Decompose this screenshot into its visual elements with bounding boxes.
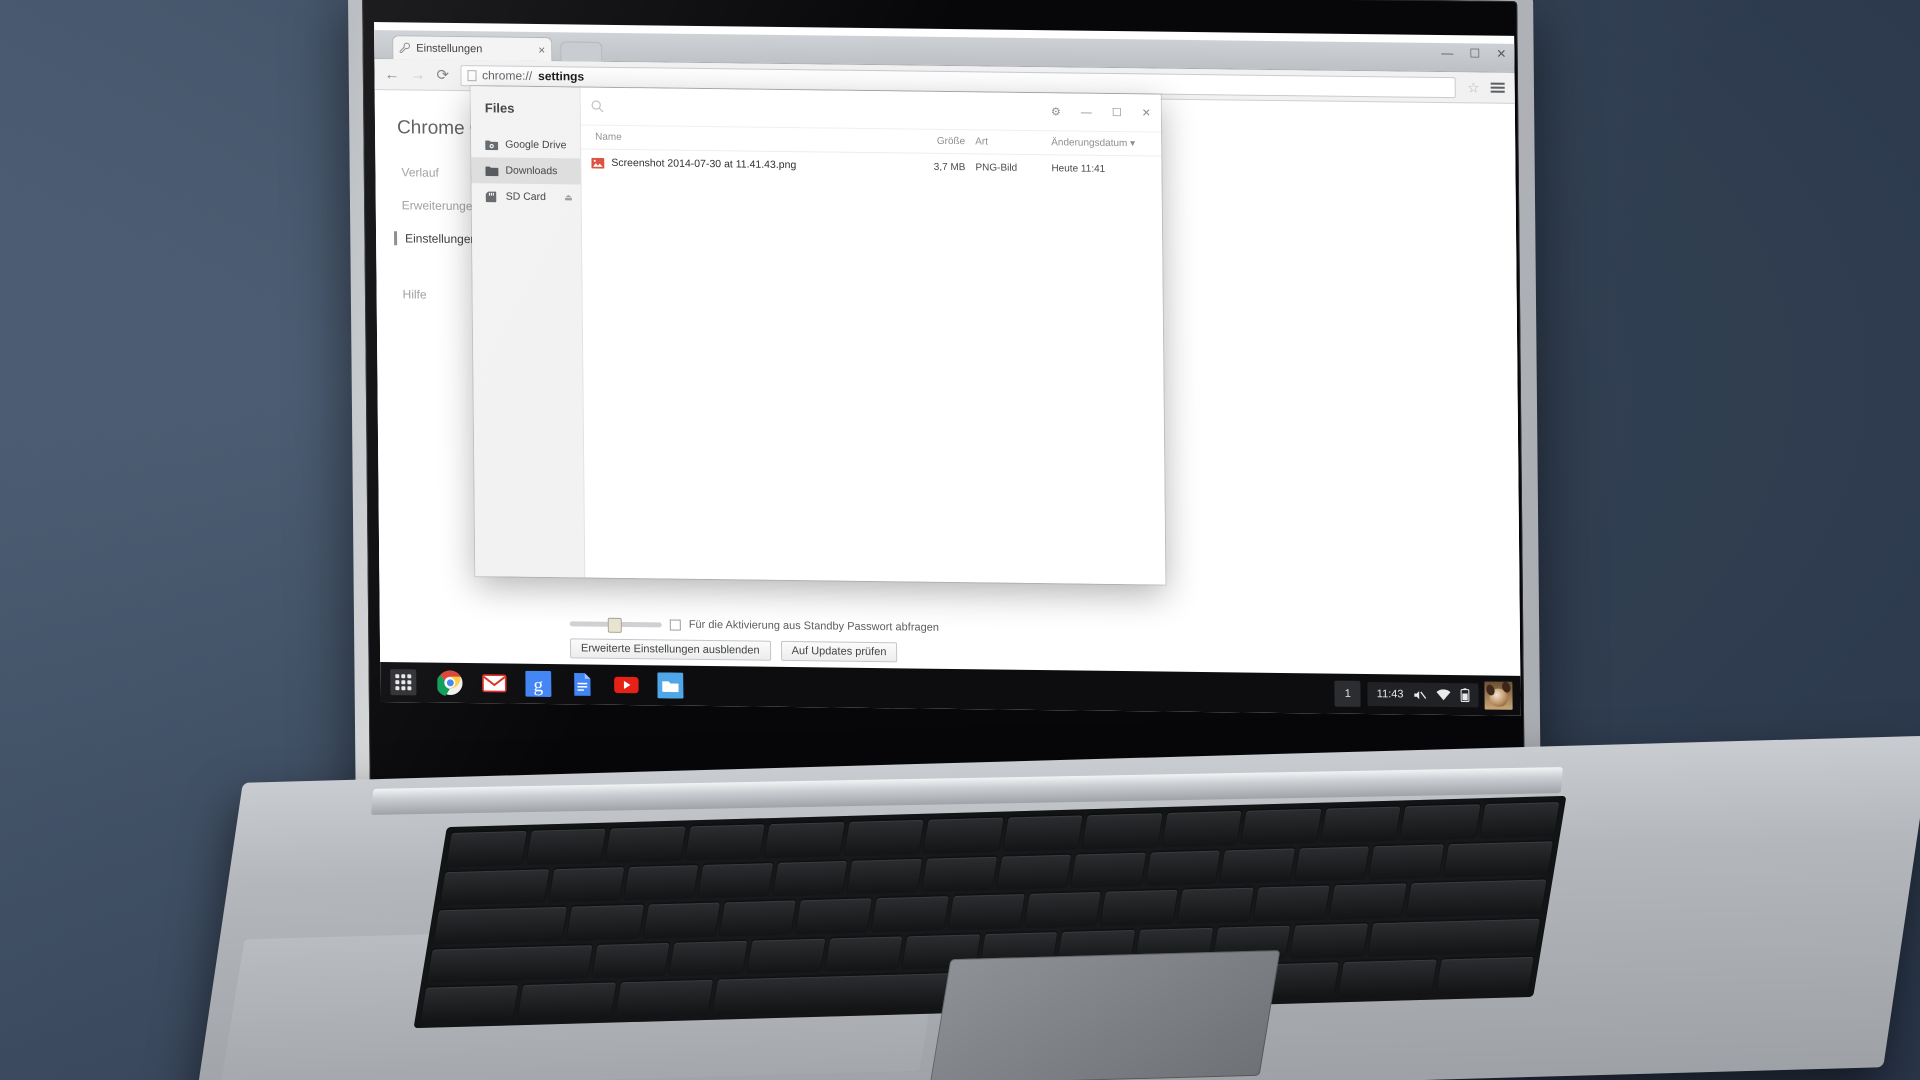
column-header-type[interactable]: Art [965,136,1043,148]
standby-password-label: Für die Aktivierung aus Standby Passwort… [688,618,939,634]
youtube-icon[interactable] [613,672,639,698]
column-header-date[interactable]: Änderungsdatum ▾ [1043,137,1161,149]
settings-button-row: Erweiterte Einstellungen ausblenden Auf … [569,638,1480,669]
browser-close-icon[interactable]: ✕ [1496,47,1506,61]
column-header-name[interactable]: Name [581,132,903,147]
google-docs-icon[interactable] [569,671,595,697]
tab-close-icon[interactable]: × [538,43,545,57]
downloads-folder-icon [485,166,499,176]
app-launcher-icon[interactable] [390,669,417,696]
desk-indicator[interactable]: 1 [1334,680,1361,707]
file-date: Heute 11:41 [1051,162,1106,175]
trackpad[interactable] [929,950,1281,1080]
wifi-icon [1436,688,1451,700]
sidebar-item-downloads[interactable]: Downloads [471,157,581,185]
file-name: Screenshot 2014-07-30 at 11.41.43.png [611,156,797,172]
battery-icon [1460,688,1470,703]
settings-standby-row: Für die Aktivierung aus Standby Passwort… [569,617,1480,640]
forward-button[interactable]: → [410,66,425,83]
sidebar-item-sd-card[interactable]: SD Card ⏏ [472,183,581,210]
browser-minimize-icon[interactable]: — [1441,46,1453,60]
status-area[interactable]: 11:43 [1367,682,1479,708]
files-app-body: Files Google Drive Downloads SD Card ⏏ ⚙… [470,86,1166,585]
column-header-size[interactable]: Größe [903,135,965,147]
sd-card-icon [485,191,497,202]
user-avatar[interactable] [1484,681,1513,710]
new-tab-button[interactable] [560,41,603,62]
file-size: 3,7 MB [933,161,966,173]
settings-standby-section: Für die Aktivierung aus Standby Passwort… [569,617,1481,669]
svg-text:g: g [533,675,543,696]
chrome-icon[interactable] [437,670,463,696]
url-path: settings [538,68,585,84]
check-updates-button[interactable]: Auf Updates prüfen [780,640,898,663]
file-name-cell: Screenshot 2014-07-30 at 11.41.43.png [581,157,903,173]
url-prefix: chrome:// [482,68,533,83]
browser-window-controls: — ☐ ✕ [1441,46,1506,61]
sidebar-label: Google Drive [505,138,567,152]
sidebar-label: Downloads [505,164,558,178]
brightness-slider[interactable] [569,620,662,627]
hide-advanced-button[interactable]: Erweiterte Einstellungen ausblenden [569,638,771,661]
files-settings-gear-icon[interactable]: ⚙ [1051,106,1061,118]
files-sidebar: Files Google Drive Downloads SD Card ⏏ [470,86,586,578]
files-maximize-icon[interactable]: ☐ [1112,107,1122,119]
files-icon[interactable] [657,672,684,699]
eject-icon[interactable]: ⏏ [564,192,573,203]
google-search-icon[interactable]: g [525,670,552,698]
files-main-panel: ⚙ — ☐ ✕ Name Größe Art Änderungsdatum ▾ [580,87,1166,585]
tab-title: Einstellungen [416,42,483,55]
files-app-window: Files Google Drive Downloads SD Card ⏏ ⚙… [470,86,1166,585]
system-tray: 1 11:43 [1334,674,1515,716]
chrome-menu-icon[interactable] [1490,81,1505,95]
files-window-controls: ⚙ — ☐ ✕ [1051,93,1151,132]
file-type: PNG-Bild [975,161,1018,174]
back-button[interactable]: ← [384,66,399,83]
files-app-title: Files [484,100,515,116]
reload-button[interactable]: ⟳ [436,66,449,83]
files-minimize-icon[interactable]: — [1081,106,1092,118]
file-list: Screenshot 2014-07-30 at 11.41.43.png 3,… [581,150,1165,585]
sidebar-label: SD Card [505,190,547,204]
wrench-icon [399,42,410,54]
volume-muted-icon [1414,690,1427,699]
chromeos-desktop: Einstellungen × — ☐ ✕ ← → ⟳ chrome:// se… [374,22,1521,716]
browser-tab-einstellungen[interactable]: Einstellungen × [392,35,553,62]
png-image-icon [591,157,605,169]
browser-maximize-icon[interactable]: ☐ [1469,46,1480,60]
files-toolbar: ⚙ — ☐ ✕ [580,87,1162,133]
gmail-icon[interactable] [481,670,507,696]
sidebar-item-google-drive[interactable]: Google Drive [471,131,580,158]
chromebook-device: Einstellungen × — ☐ ✕ ← → ⟳ chrome:// se… [0,0,1920,1080]
bookmark-star-icon[interactable]: ☆ [1467,79,1480,96]
clock: 11:43 [1376,688,1404,701]
page-info-icon[interactable] [467,69,477,81]
files-close-icon[interactable]: ✕ [1142,107,1151,119]
search-icon[interactable] [591,100,604,113]
screen-viewport: Einstellungen × — ☐ ✕ ← → ⟳ chrome:// se… [374,22,1521,716]
standby-password-checkbox[interactable] [669,619,681,631]
drive-folder-icon [485,140,499,150]
